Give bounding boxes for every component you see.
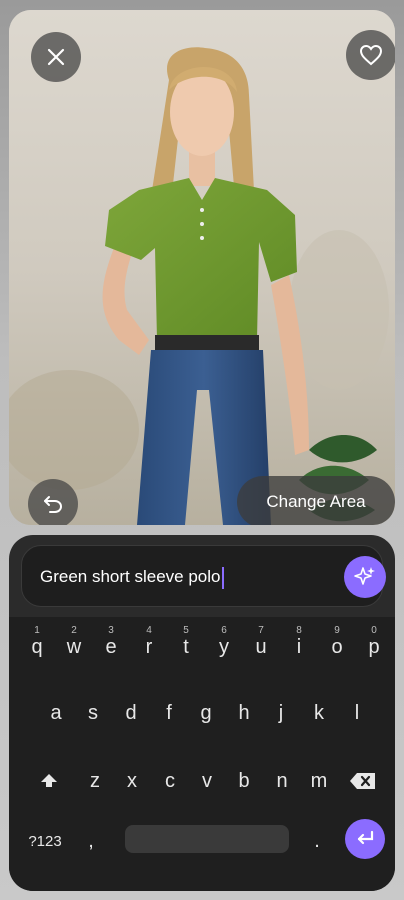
- key-label: e: [105, 635, 117, 658]
- key-label: q: [31, 635, 43, 658]
- key-label: w: [66, 635, 82, 658]
- backspace-icon: [350, 773, 375, 789]
- undo-button[interactable]: [28, 479, 78, 525]
- key-d[interactable]: d: [113, 691, 149, 735]
- space-key[interactable]: [125, 825, 289, 853]
- heart-icon: [359, 44, 383, 66]
- key-t[interactable]: 5t: [168, 625, 204, 669]
- photo-card: Change Area: [9, 10, 395, 525]
- key-label: r: [145, 635, 153, 658]
- comma-key[interactable]: ,: [73, 819, 109, 863]
- key-g[interactable]: g: [188, 691, 224, 735]
- key-q[interactable]: 1q: [19, 625, 55, 669]
- change-area-button[interactable]: Change Area: [237, 476, 395, 525]
- key-e[interactable]: 3e: [93, 625, 129, 669]
- key-number-hint: 7: [258, 625, 264, 636]
- close-button[interactable]: [31, 32, 81, 82]
- favorite-button[interactable]: [346, 30, 395, 80]
- keyboard-row-3: zxcvbnm: [9, 759, 395, 805]
- generate-button[interactable]: [344, 556, 386, 598]
- key-c[interactable]: c: [152, 759, 188, 803]
- shift-key[interactable]: [31, 759, 67, 803]
- keyboard-row-2: asdfghjkl: [9, 691, 395, 737]
- key-number-hint: 2: [71, 625, 77, 636]
- bottom-panel: Green short sleeve polo 1q2w3e4r5t6y7u8i…: [9, 535, 395, 891]
- key-number-hint: 6: [221, 625, 227, 636]
- key-b[interactable]: b: [226, 759, 262, 803]
- key-r[interactable]: 4r: [131, 625, 167, 669]
- shift-icon: [41, 774, 57, 787]
- key-l[interactable]: l: [339, 691, 375, 735]
- key-number-hint: 1: [34, 625, 40, 636]
- key-y[interactable]: 6y: [206, 625, 242, 669]
- key-label: o: [331, 635, 343, 658]
- backspace-key[interactable]: [344, 759, 382, 803]
- prompt-input[interactable]: Green short sleeve polo: [40, 564, 310, 590]
- key-h[interactable]: h: [226, 691, 262, 735]
- keyboard-row-1: 1q2w3e4r5t6y7u8i9o0p: [9, 625, 395, 671]
- key-s[interactable]: s: [75, 691, 111, 735]
- model-photo: [9, 10, 395, 525]
- enter-icon: [357, 830, 374, 845]
- key-n[interactable]: n: [264, 759, 300, 803]
- key-o[interactable]: 9o: [319, 625, 355, 669]
- symbols-key[interactable]: ?123: [23, 819, 67, 863]
- key-number-hint: 3: [108, 625, 114, 636]
- key-z[interactable]: z: [77, 759, 113, 803]
- key-label: t: [183, 635, 189, 658]
- close-icon: [47, 48, 65, 66]
- period-key[interactable]: .: [299, 819, 335, 863]
- key-k[interactable]: k: [301, 691, 337, 735]
- key-number-hint: 5: [183, 625, 189, 636]
- key-m[interactable]: m: [301, 759, 337, 803]
- key-v[interactable]: v: [189, 759, 225, 803]
- prompt-text: Green short sleeve polo: [40, 567, 221, 586]
- key-u[interactable]: 7u: [243, 625, 279, 669]
- key-label: p: [368, 635, 380, 658]
- key-label: u: [255, 635, 267, 658]
- undo-icon: [44, 496, 63, 513]
- keyboard-row-4: ?123 , .: [9, 819, 395, 865]
- key-number-hint: 8: [296, 625, 302, 636]
- key-x[interactable]: x: [114, 759, 150, 803]
- key-label: i: [296, 635, 302, 658]
- key-j[interactable]: j: [263, 691, 299, 735]
- key-label: y: [219, 635, 229, 658]
- key-p[interactable]: 0p: [356, 625, 392, 669]
- key-f[interactable]: f: [151, 691, 187, 735]
- prompt-bar: Green short sleeve polo: [21, 545, 386, 607]
- key-w[interactable]: 2w: [56, 625, 92, 669]
- enter-key[interactable]: [345, 819, 385, 859]
- key-number-hint: 9: [334, 625, 340, 636]
- keyboard: 1q2w3e4r5t6y7u8i9o0p asdfghjkl zxcvbnm ?…: [9, 617, 395, 891]
- key-i[interactable]: 8i: [281, 625, 317, 669]
- key-number-hint: 4: [146, 625, 152, 636]
- key-number-hint: 0: [371, 625, 377, 636]
- text-caret: [221, 566, 224, 589]
- key-a[interactable]: a: [38, 691, 74, 735]
- sparkle-icon: [354, 567, 375, 585]
